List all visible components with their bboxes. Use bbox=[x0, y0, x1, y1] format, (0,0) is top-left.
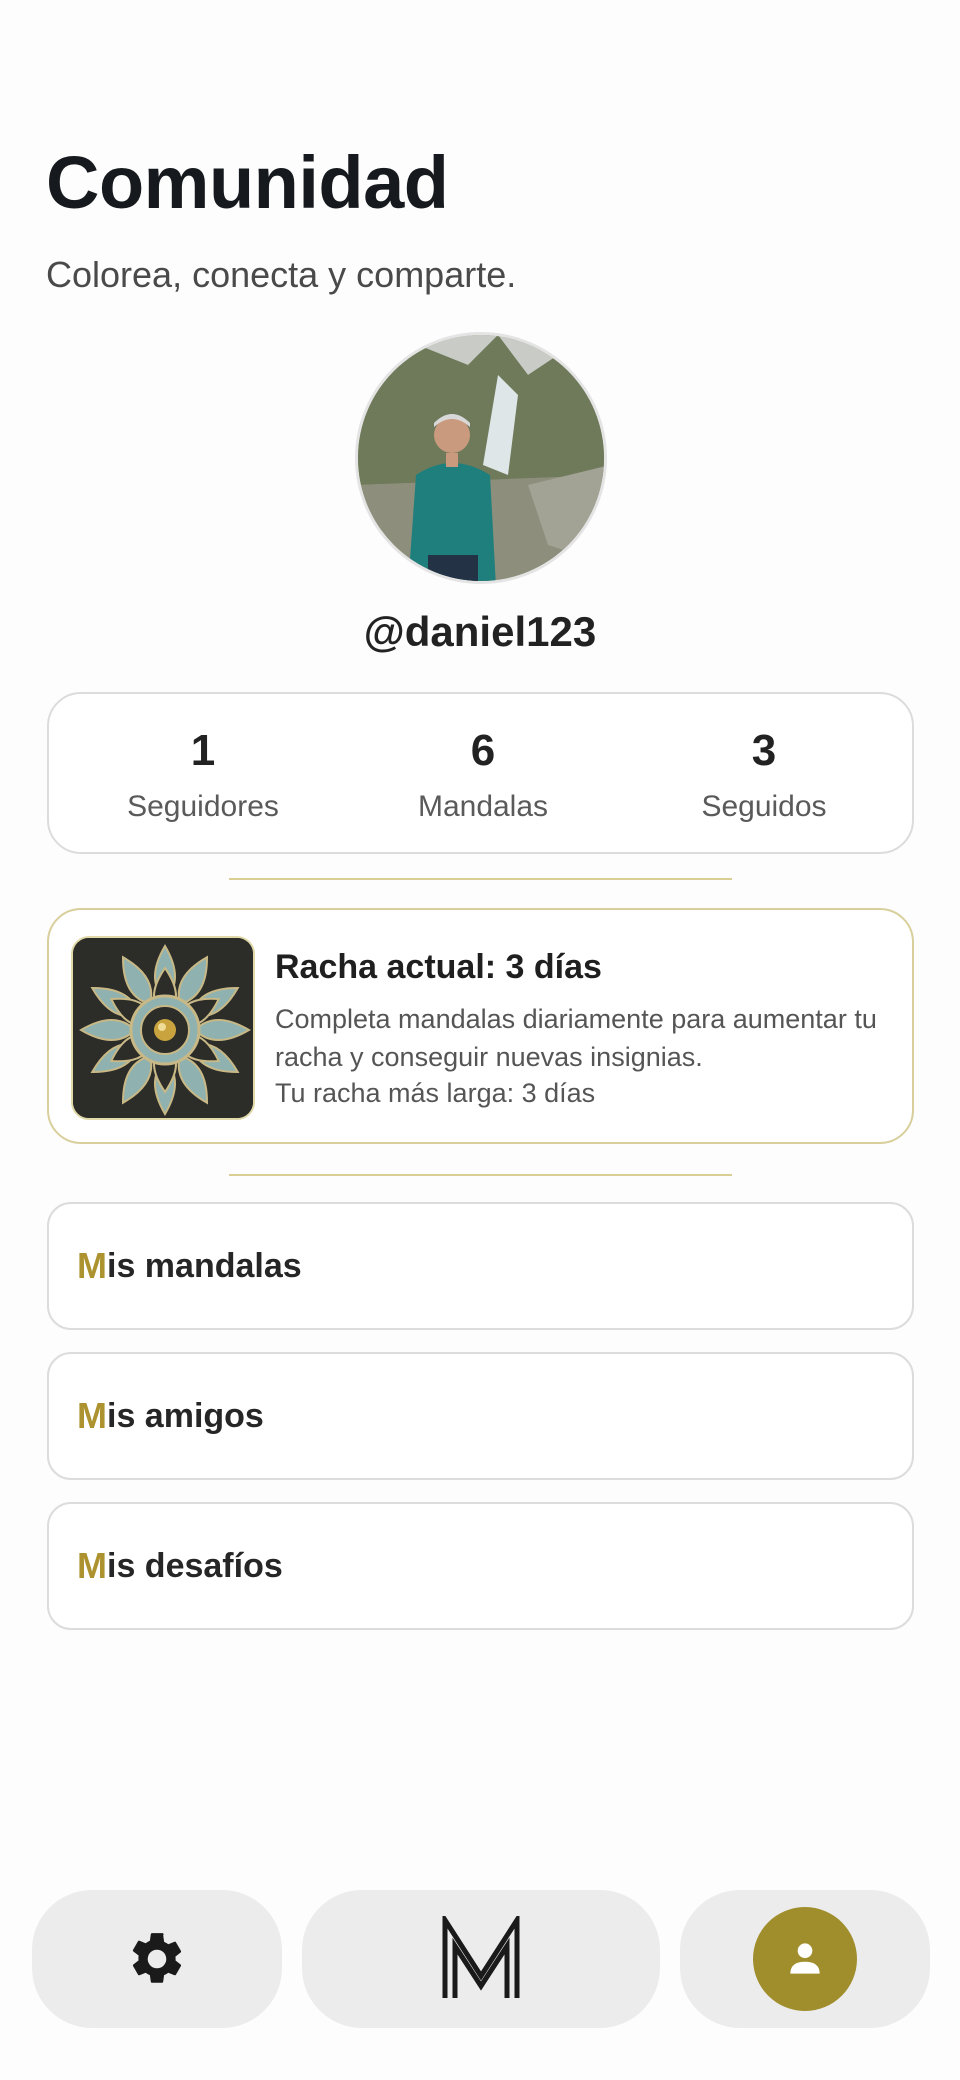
divider bbox=[229, 878, 732, 880]
menu-my-friends[interactable]: Mis amigos bbox=[47, 1352, 914, 1480]
menu-label: is amigos bbox=[107, 1396, 264, 1435]
stat-value: 6 bbox=[470, 726, 496, 775]
stat-label: Mandalas bbox=[417, 790, 549, 823]
stat-mandalas[interactable]: 6 Mandalas bbox=[343, 694, 623, 854]
m-logo-icon bbox=[442, 1916, 520, 1998]
gear-icon bbox=[132, 1933, 182, 1983]
nav-profile-button[interactable] bbox=[680, 1890, 930, 2028]
stat-value: 3 bbox=[751, 726, 777, 775]
menu-initial: M bbox=[77, 1545, 107, 1586]
profile-active-indicator bbox=[753, 1907, 857, 2011]
person-icon bbox=[790, 1943, 820, 1974]
nav-home-button[interactable] bbox=[302, 1890, 660, 2028]
stat-followers[interactable]: 1 Seguidores bbox=[63, 694, 343, 854]
streak-description: Completa mandalas diariamente para aumen… bbox=[275, 1004, 877, 1072]
menu-label: is desafíos bbox=[107, 1546, 283, 1585]
streak-record: Tu racha más larga: 3 días bbox=[275, 1078, 596, 1108]
menu-initial: M bbox=[77, 1245, 107, 1286]
nav-settings-button[interactable] bbox=[32, 1890, 282, 2028]
menu-my-challenges[interactable]: Mis desafíos bbox=[47, 1502, 914, 1630]
username: @daniel123 bbox=[363, 608, 597, 655]
avatar[interactable] bbox=[355, 332, 607, 584]
stat-label: Seguidos bbox=[701, 790, 827, 823]
mandala-badge-icon bbox=[71, 936, 255, 1120]
streak-card: Racha actual: 3 días Completa mandalas d… bbox=[47, 908, 914, 1144]
stat-value: 1 bbox=[190, 726, 216, 775]
streak-title: Racha actual: 3 días bbox=[275, 948, 602, 986]
menu-initial: M bbox=[77, 1395, 107, 1436]
stats-card: 1 Seguidores 6 Mandalas 3 Seguidos bbox=[47, 692, 914, 854]
menu-my-mandalas[interactable]: Mis mandalas bbox=[47, 1202, 914, 1330]
page-title: Comunidad bbox=[46, 141, 449, 224]
page-subtitle: Colorea, conecta y comparte. bbox=[46, 254, 517, 295]
stat-following[interactable]: 3 Seguidos bbox=[624, 694, 904, 854]
menu-label: is mandalas bbox=[107, 1246, 302, 1285]
divider bbox=[229, 1174, 732, 1176]
stat-label: Seguidores bbox=[127, 790, 279, 823]
avatar-photo bbox=[358, 335, 604, 581]
